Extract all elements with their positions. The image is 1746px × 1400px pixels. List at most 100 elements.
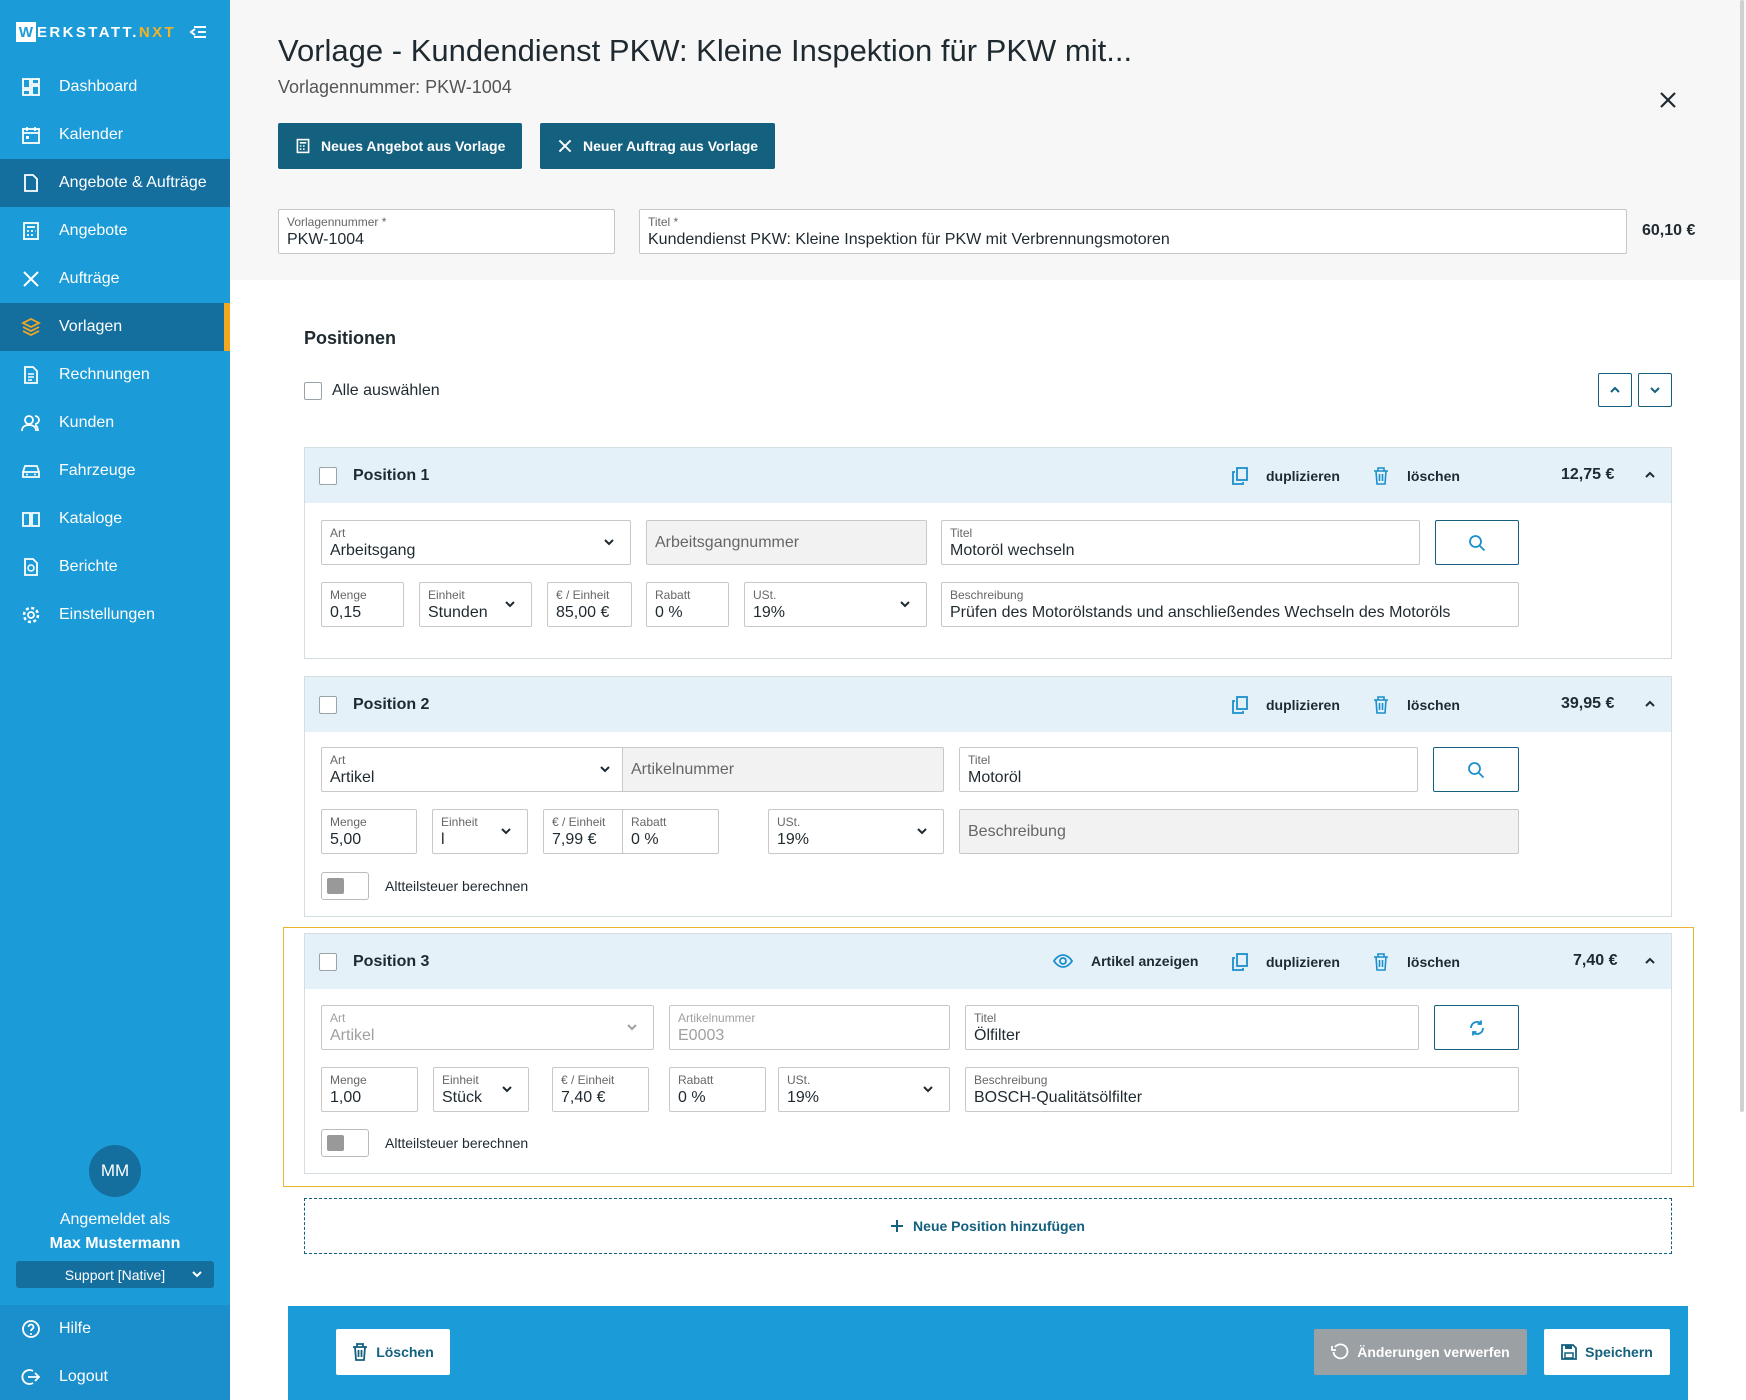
scrollbar[interactable] <box>1740 0 1744 1112</box>
artikelnummer-field: Artikelnummer E0003 <box>669 1005 950 1050</box>
select-all-checkbox[interactable] <box>304 382 322 400</box>
position-header[interactable]: Position 3 Artikel anzeigen duplizieren … <box>305 934 1671 989</box>
trash-icon <box>1374 953 1388 971</box>
sidebar-item-label: Aufträge <box>59 270 120 287</box>
einheit-select[interactable]: Einheit Stunden <box>419 582 532 627</box>
title-field[interactable]: Titel Motoröl <box>959 747 1418 792</box>
position-checkbox[interactable] <box>319 952 337 971</box>
beschreibung-field[interactable]: Beschreibung <box>959 809 1519 854</box>
arbeitsgangnummer-field[interactable]: Arbeitsgangnummer <box>646 520 927 565</box>
app-logo[interactable]: W ERKSTATT.NXT <box>16 22 176 42</box>
sidebar-item-angebote-auftraege[interactable]: Angebote & Aufträge <box>0 159 230 207</box>
sidebar-item-auftraege[interactable]: Aufträge <box>0 255 230 303</box>
duplicate-button[interactable]: duplizieren <box>1232 953 1340 971</box>
role-select-value: Support [Native] <box>64 1266 166 1283</box>
close-icon[interactable] <box>1658 90 1678 110</box>
select-all[interactable]: Alle auswählen <box>304 382 440 400</box>
einheit-select[interactable]: Einheit l <box>432 809 528 854</box>
price-field[interactable]: € / Einheit 7,40 € <box>552 1067 649 1112</box>
sidebar-item-einstellungen[interactable]: Einstellungen <box>0 591 230 639</box>
alt-tax-toggle[interactable] <box>321 1129 369 1157</box>
chevron-down-icon <box>192 1271 202 1278</box>
field-label: USt. <box>753 588 777 602</box>
sidebar-item-hilfe[interactable]: Hilfe <box>0 1305 230 1353</box>
role-select[interactable]: Support [Native] <box>16 1261 214 1288</box>
field-value: 19% <box>777 831 810 848</box>
search-button[interactable] <box>1435 520 1519 565</box>
invoice-icon <box>24 366 38 384</box>
add-position-button[interactable]: Neue Position hinzufügen <box>304 1198 1672 1254</box>
position-checkbox[interactable] <box>319 466 337 485</box>
sidebar-item-dashboard[interactable]: Dashboard <box>0 63 230 111</box>
field-value: Artikel <box>330 769 375 786</box>
artikelnummer-field[interactable]: Artikelnummer <box>622 747 944 792</box>
sidebar-item-fahrzeuge[interactable]: Fahrzeuge <box>0 447 230 495</box>
save-button[interactable]: Speichern <box>1544 1329 1670 1375</box>
alt-tax-toggle[interactable] <box>321 872 369 900</box>
beschreibung-field[interactable]: Beschreibung BOSCH-Qualitätsölfilter <box>965 1067 1519 1112</box>
duplicate-button[interactable]: duplizieren <box>1232 696 1340 714</box>
chevron-down-icon <box>600 766 610 773</box>
sidebar-item-berichte[interactable]: Berichte <box>0 543 230 591</box>
sidebar-item-kunden[interactable]: Kunden <box>0 399 230 447</box>
delete-template-button[interactable]: Löschen <box>336 1329 450 1375</box>
avatar[interactable]: MM <box>89 1145 141 1197</box>
sidebar-item-logout[interactable]: Logout <box>0 1353 230 1400</box>
duplicate-button[interactable]: duplizieren <box>1232 467 1340 485</box>
beschreibung-field[interactable]: Beschreibung Prüfen des Motorölstands un… <box>941 582 1519 627</box>
rabatt-field[interactable]: Rabatt 0 % <box>622 809 719 854</box>
sidebar-nav: Dashboard Kalender Angebote & Aufträge A… <box>0 63 230 639</box>
delete-button[interactable]: löschen <box>1373 696 1460 714</box>
move-down-button[interactable] <box>1638 373 1672 407</box>
report-icon <box>24 558 38 576</box>
new-order-from-template-button[interactable]: Neuer Auftrag aus Vorlage <box>540 123 776 169</box>
field-label: € / Einheit <box>556 588 610 602</box>
field-label: Beschreibung <box>950 588 1024 602</box>
art-select[interactable]: Art Arbeitsgang <box>321 520 631 565</box>
collapse-sidebar-icon[interactable] <box>188 22 210 42</box>
template-title-field[interactable]: Titel * Kundendienst PKW: Kleine Inspekt… <box>639 209 1627 254</box>
action-label: Artikel anzeigen <box>1091 953 1199 969</box>
ust-select[interactable]: USt. 19% <box>768 809 944 854</box>
sidebar-item-angebote[interactable]: Angebote <box>0 207 230 255</box>
price-field[interactable]: € / Einheit 85,00 € <box>547 582 632 627</box>
ust-select[interactable]: USt. 19% <box>778 1067 950 1112</box>
sidebar-item-rechnungen[interactable]: Rechnungen <box>0 351 230 399</box>
delete-button[interactable]: löschen <box>1373 953 1460 971</box>
art-select[interactable]: Art Artikel <box>321 747 627 792</box>
title-field[interactable]: Titel Motoröl wechseln <box>941 520 1420 565</box>
field-value: 19% <box>787 1089 820 1106</box>
show-article-button[interactable]: Artikel anzeigen <box>1053 953 1198 969</box>
calculator-icon <box>296 138 310 154</box>
position-header[interactable]: Position 2 duplizieren löschen 39,95 € <box>305 677 1671 732</box>
sidebar-item-kataloge[interactable]: Kataloge <box>0 495 230 543</box>
delete-button[interactable]: löschen <box>1373 467 1460 485</box>
chevron-up-icon[interactable] <box>1643 697 1657 711</box>
search-button[interactable] <box>1433 747 1519 792</box>
rabatt-field[interactable]: Rabatt 0 % <box>669 1067 766 1112</box>
sidebar-item-kalender[interactable]: Kalender <box>0 111 230 159</box>
new-offer-from-template-button[interactable]: Neues Angebot aus Vorlage <box>278 123 523 169</box>
menge-field[interactable]: Menge 1,00 <box>321 1067 418 1112</box>
ust-select[interactable]: USt. 19% <box>744 582 927 627</box>
sidebar-item-label: Angebote & Aufträge <box>59 174 207 191</box>
menge-field[interactable]: Menge 0,15 <box>321 582 404 627</box>
sidebar-item-vorlagen[interactable]: Vorlagen <box>0 303 230 351</box>
field-label: Artikelnummer <box>678 1011 756 1025</box>
chevron-up-icon[interactable] <box>1643 468 1657 482</box>
einheit-select[interactable]: Einheit Stück <box>433 1067 529 1112</box>
move-up-button[interactable] <box>1598 373 1632 407</box>
position-header[interactable]: Position 1 duplizieren löschen 12,75 € <box>305 448 1671 503</box>
chevron-up-icon[interactable] <box>1643 954 1657 968</box>
field-label: Art <box>330 1011 346 1025</box>
menge-field[interactable]: Menge 5,00 <box>321 809 417 854</box>
refresh-button[interactable] <box>1434 1005 1519 1050</box>
position-checkbox[interactable] <box>319 695 337 714</box>
page-title: Vorlage - Kundendienst PKW: Kleine Inspe… <box>278 33 1133 68</box>
title-field[interactable]: Titel Ölfilter <box>965 1005 1419 1050</box>
chevron-down-icon <box>505 601 515 608</box>
template-number-field[interactable]: Vorlagennummer * PKW-1004 <box>278 209 615 254</box>
rabatt-field[interactable]: Rabatt 0 % <box>646 582 729 627</box>
discard-changes-button[interactable]: Änderungen verwerfen <box>1314 1329 1527 1375</box>
action-label: löschen <box>1407 954 1460 970</box>
